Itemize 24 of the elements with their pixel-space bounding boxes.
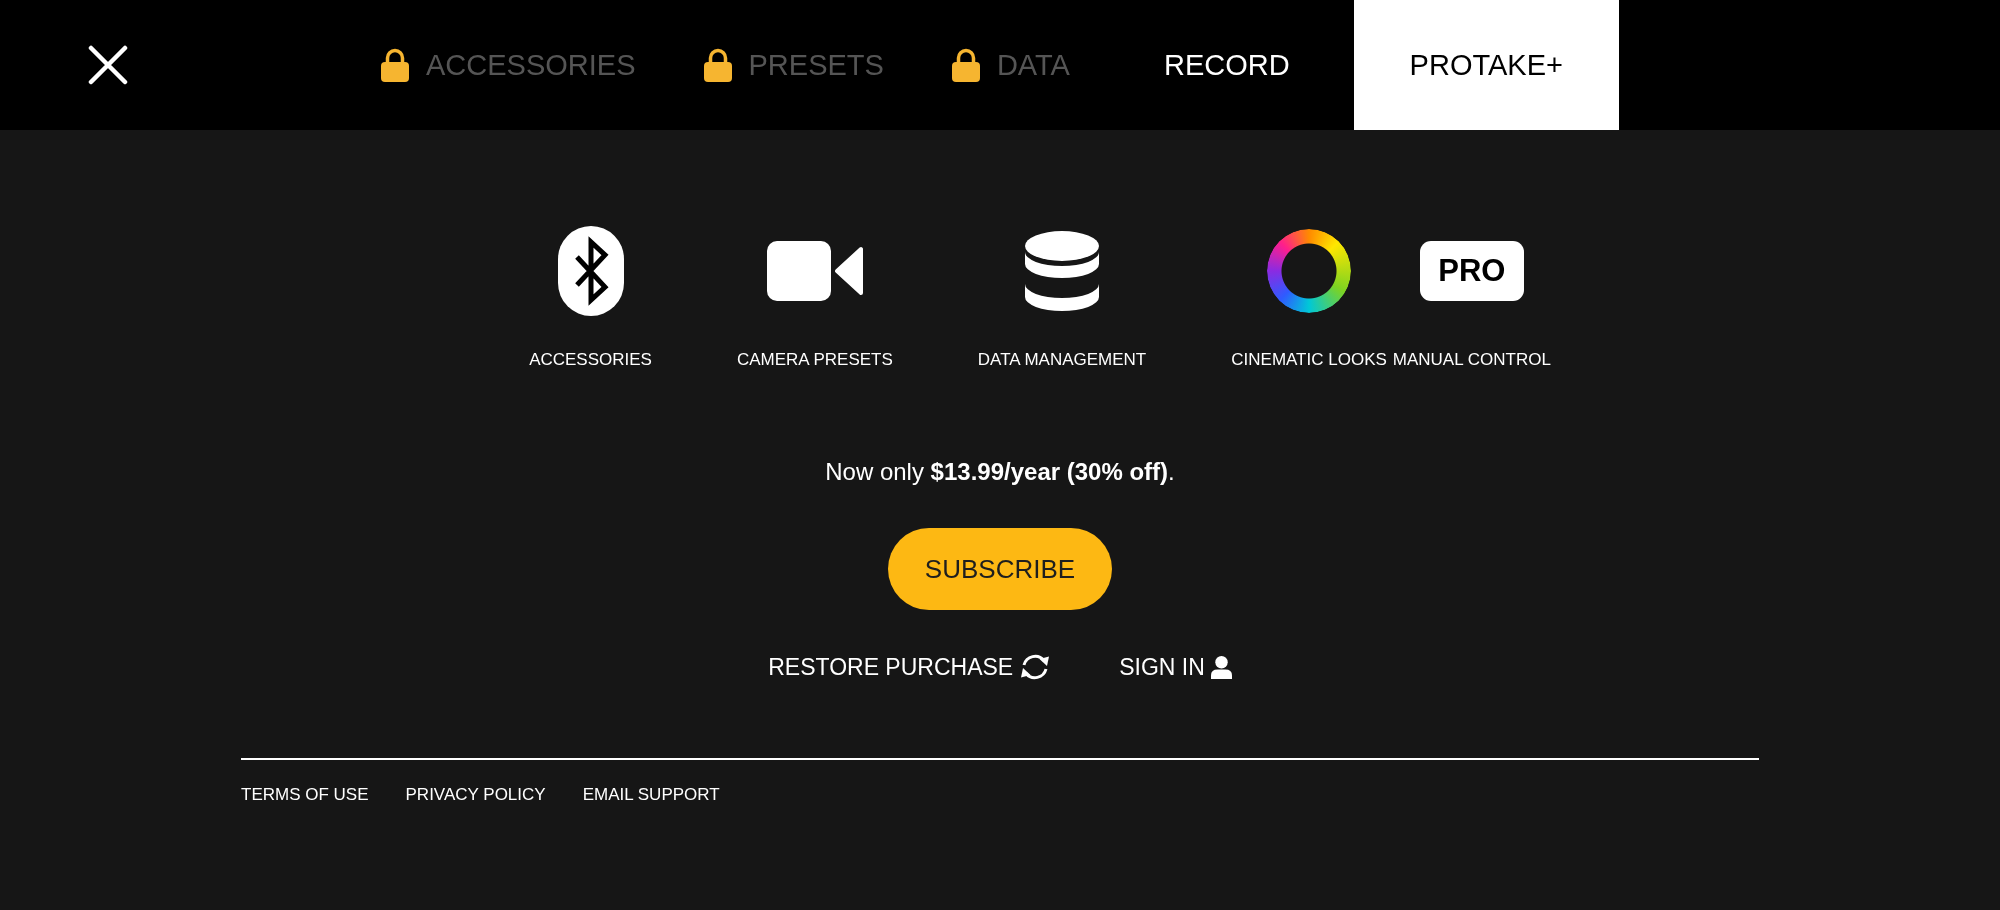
- price-text: Now only $13.99/year (30% off).: [825, 457, 1175, 487]
- close-button[interactable]: [88, 45, 128, 85]
- subscribe-button[interactable]: SUBSCRIBE: [888, 528, 1112, 610]
- feature-label: MANUAL CONTROL: [1392, 350, 1551, 370]
- feature-label: DATA MANAGEMENT: [977, 350, 1147, 370]
- person-icon: [1210, 655, 1232, 679]
- feature-label: CINEMATIC LOOKS: [1231, 350, 1387, 370]
- restore-purchase-button[interactable]: RESTORE PURCHASE: [768, 652, 1052, 682]
- video-camera-icon: [766, 241, 863, 301]
- tab[interactable]: PROTAKE+: [1353, 0, 1619, 130]
- feature-label: ACCESSORIES: [529, 350, 652, 370]
- lock-icon: [381, 48, 409, 82]
- footer-link[interactable]: TERMS OF USE: [241, 785, 369, 805]
- footer-link[interactable]: EMAIL SUPPORT: [582, 785, 720, 805]
- close-icon: [88, 45, 128, 85]
- pro-badge: PRO: [1419, 241, 1524, 301]
- sync-icon: [1019, 652, 1052, 682]
- sign-in-button[interactable]: SIGN IN: [1119, 652, 1232, 682]
- feature-label: CAMERA PRESETS: [736, 350, 893, 370]
- lock-icon: [703, 48, 732, 82]
- tab[interactable]: RECORD: [1107, 0, 1346, 130]
- footer-link[interactable]: PRIVACY POLICY: [405, 785, 546, 805]
- lock-icon: [951, 48, 980, 82]
- database-icon: [1025, 231, 1100, 311]
